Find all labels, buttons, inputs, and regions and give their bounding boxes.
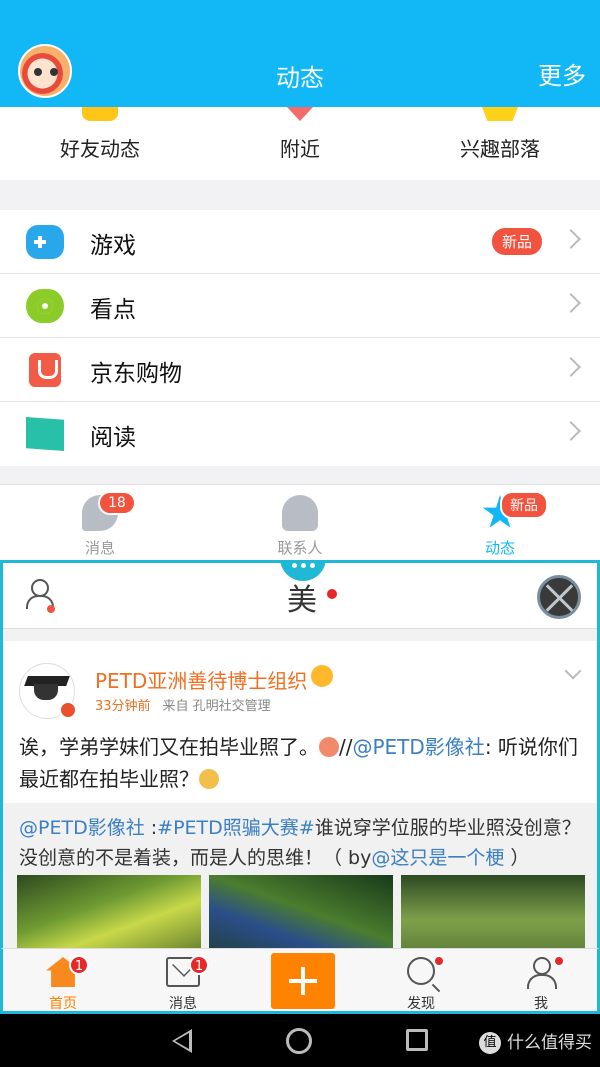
nav-label: 首页 — [49, 996, 77, 1012]
tab-contacts[interactable]: 联系人 — [200, 485, 400, 561]
nav-messages[interactable]: 1 消息 — [123, 949, 243, 1012]
unread-badge: 18 — [98, 491, 136, 515]
nav-discover[interactable]: 发现 — [361, 949, 481, 1012]
chevron-right-icon — [561, 421, 581, 441]
home-circle-icon[interactable] — [286, 1028, 312, 1054]
post-meta: 33分钟前 来自 孔明社交管理 — [95, 695, 271, 714]
tab-label: 消息 — [84, 539, 115, 557]
nav-label: 消息 — [169, 996, 197, 1012]
system-nav-bar: 值什么值得买 — [0, 1014, 600, 1067]
category-nearby[interactable]: 附近 — [200, 107, 400, 180]
post-time: 33分钟前 — [95, 699, 151, 714]
mention-link[interactable]: @PETD影像社 — [19, 817, 145, 839]
app-header: 动态 更多 — [0, 0, 600, 107]
weibo-title[interactable]: 美 — [287, 575, 317, 619]
repost-text: @PETD影像社 :#PETD照骗大赛#谁说穿学位服的毕业照没创意？没创意的不是… — [19, 813, 581, 873]
new-badge: 新品 — [491, 228, 542, 255]
list-item-jd[interactable]: 京东购物 — [0, 338, 600, 402]
notification-dot — [553, 955, 565, 967]
tab-label: 联系人 — [277, 539, 323, 557]
chevron-right-icon — [561, 293, 581, 313]
qq-tab-bar: 18 消息 联系人 新品 动态 — [0, 484, 600, 560]
tab-label: 动态 — [484, 539, 515, 557]
nav-label: 发现 — [407, 996, 435, 1012]
search-icon — [407, 957, 435, 985]
hashtag-link[interactable]: #PETD照骗大赛# — [157, 817, 315, 839]
list-item-kandian[interactable]: 看点 — [0, 274, 600, 338]
add-friend-icon[interactable] — [25, 579, 55, 613]
repost-text-part: ） — [504, 847, 530, 869]
screen: 动态 更多 好友动态 附近 兴趣部落 游戏 新品 看点 京东购物 阅读 18 消… — [0, 0, 600, 1067]
more-button[interactable]: 更多 — [538, 56, 586, 91]
tab-messages[interactable]: 18 消息 — [0, 485, 200, 561]
post-text-part: // — [339, 735, 353, 759]
category-label: 兴趣部落 — [460, 137, 540, 161]
compose-button[interactable] — [251, 949, 355, 1011]
tab-feed[interactable]: 新品 动态 — [400, 485, 600, 561]
feature-list: 游戏 新品 看点 京东购物 阅读 — [0, 210, 600, 466]
new-badge: 新品 — [500, 491, 548, 519]
category-row: 好友动态 附近 兴趣部落 — [0, 107, 600, 180]
unread-badge: 1 — [189, 955, 209, 975]
unread-badge: 1 — [69, 955, 89, 975]
handle-dot — [292, 563, 297, 568]
notification-dot — [47, 605, 55, 613]
notification-dot — [327, 589, 337, 599]
chevron-right-icon — [561, 229, 581, 249]
jd-shopping-icon — [29, 353, 61, 387]
category-friends-feed[interactable]: 好友动态 — [0, 107, 200, 180]
category-label: 好友动态 — [60, 137, 140, 161]
mention-link[interactable]: @PETD影像社 — [352, 735, 484, 759]
nav-home[interactable]: 1 首页 — [3, 949, 123, 1012]
nav-me[interactable]: 我 — [481, 949, 600, 1012]
nearby-icon — [287, 107, 313, 121]
page-title: 动态 — [276, 64, 324, 92]
friends-feed-icon — [82, 107, 118, 121]
list-item-label: 游戏 — [90, 233, 136, 259]
post-text: 诶，学弟学妹们又在拍毕业照了。//@PETD影像社: 听说你们最近都在拍毕业照？ — [19, 731, 585, 795]
list-item-game[interactable]: 游戏 新品 — [0, 210, 600, 274]
post-source: 来自 孔明社交管理 — [162, 699, 271, 714]
list-item-label: 京东购物 — [90, 361, 182, 387]
handle-dot — [310, 563, 315, 568]
recents-icon[interactable] — [406, 1029, 428, 1051]
post-author-name[interactable]: PETD亚洲善待博士组织 — [95, 665, 307, 694]
back-icon[interactable] — [172, 1029, 192, 1053]
tribe-icon — [482, 107, 518, 121]
plus-icon — [271, 953, 335, 1009]
watermark-text: 什么值得买 — [507, 1033, 592, 1053]
notification-dot — [433, 955, 445, 967]
verified-badge-icon — [59, 701, 77, 719]
nav-label: 我 — [534, 996, 548, 1012]
gamepad-icon — [26, 225, 64, 259]
watermark-logo: 值 — [479, 1032, 501, 1054]
watermark: 值什么值得买 — [479, 1028, 592, 1054]
mention-link[interactable]: @这只是一个梗 — [371, 847, 504, 869]
contact-person-icon — [282, 495, 318, 531]
list-item-reading[interactable]: 阅读 — [0, 402, 600, 466]
handle-dot — [301, 563, 306, 568]
post-text-part: 诶，学弟学妹们又在拍毕业照了。 — [19, 735, 319, 759]
weibo-bottom-nav: 1 首页 1 消息 发现 我 — [0, 948, 600, 1014]
book-icon — [26, 417, 64, 451]
category-tribe[interactable]: 兴趣部落 — [400, 107, 600, 180]
close-icon[interactable] — [537, 575, 581, 619]
emoji-icon — [319, 737, 339, 757]
repost-text-part: : — [144, 817, 158, 839]
list-item-label: 阅读 — [90, 425, 136, 451]
emoji-icon — [311, 665, 333, 687]
category-label: 附近 — [280, 137, 320, 161]
chevron-right-icon — [561, 357, 581, 377]
doge-emoji-icon — [199, 769, 219, 789]
list-item-label: 看点 — [90, 297, 136, 323]
weibo-panel: 美 PETD亚洲善待博士组织 33分钟前 来自 孔明社交管理 诶，学弟学妹们又在拍… — [0, 560, 600, 1015]
chevron-down-icon[interactable] — [564, 662, 582, 680]
eye-icon — [26, 289, 64, 323]
